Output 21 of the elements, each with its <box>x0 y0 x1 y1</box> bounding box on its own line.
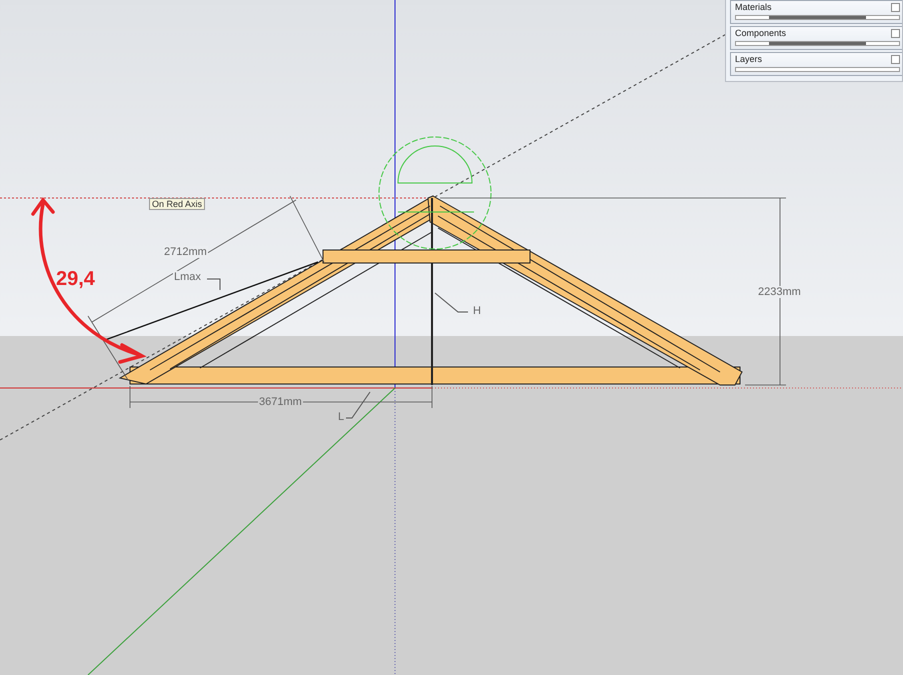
panel-title: Components <box>735 28 786 38</box>
panel-button[interactable] <box>891 28 900 38</box>
panel-button[interactable] <box>891 2 900 12</box>
curved-arrow-icon <box>31 197 147 364</box>
protractor-icon <box>378 136 492 250</box>
tray-panel[interactable]: Layers <box>730 52 902 76</box>
dimension-label: 2712mm <box>163 246 208 258</box>
panel-title: Layers <box>735 54 762 64</box>
panel-button[interactable] <box>891 54 900 64</box>
dimension-label: L <box>337 411 346 423</box>
dimension-label: Lmax <box>173 271 202 283</box>
leader-line <box>434 292 468 312</box>
leader-line <box>346 392 370 418</box>
angle-annotation: 29,4 <box>56 268 95 291</box>
panel-title: Materials <box>735 2 772 12</box>
dimension-label: 2233mm <box>757 286 802 298</box>
dimension-label: 3671mm <box>258 396 303 408</box>
tray-panel[interactable]: Components <box>730 26 902 50</box>
tray-panel[interactable]: Materials <box>730 0 902 24</box>
dimension-label: H <box>472 305 482 317</box>
tooltip: On Red Axis <box>149 198 206 210</box>
